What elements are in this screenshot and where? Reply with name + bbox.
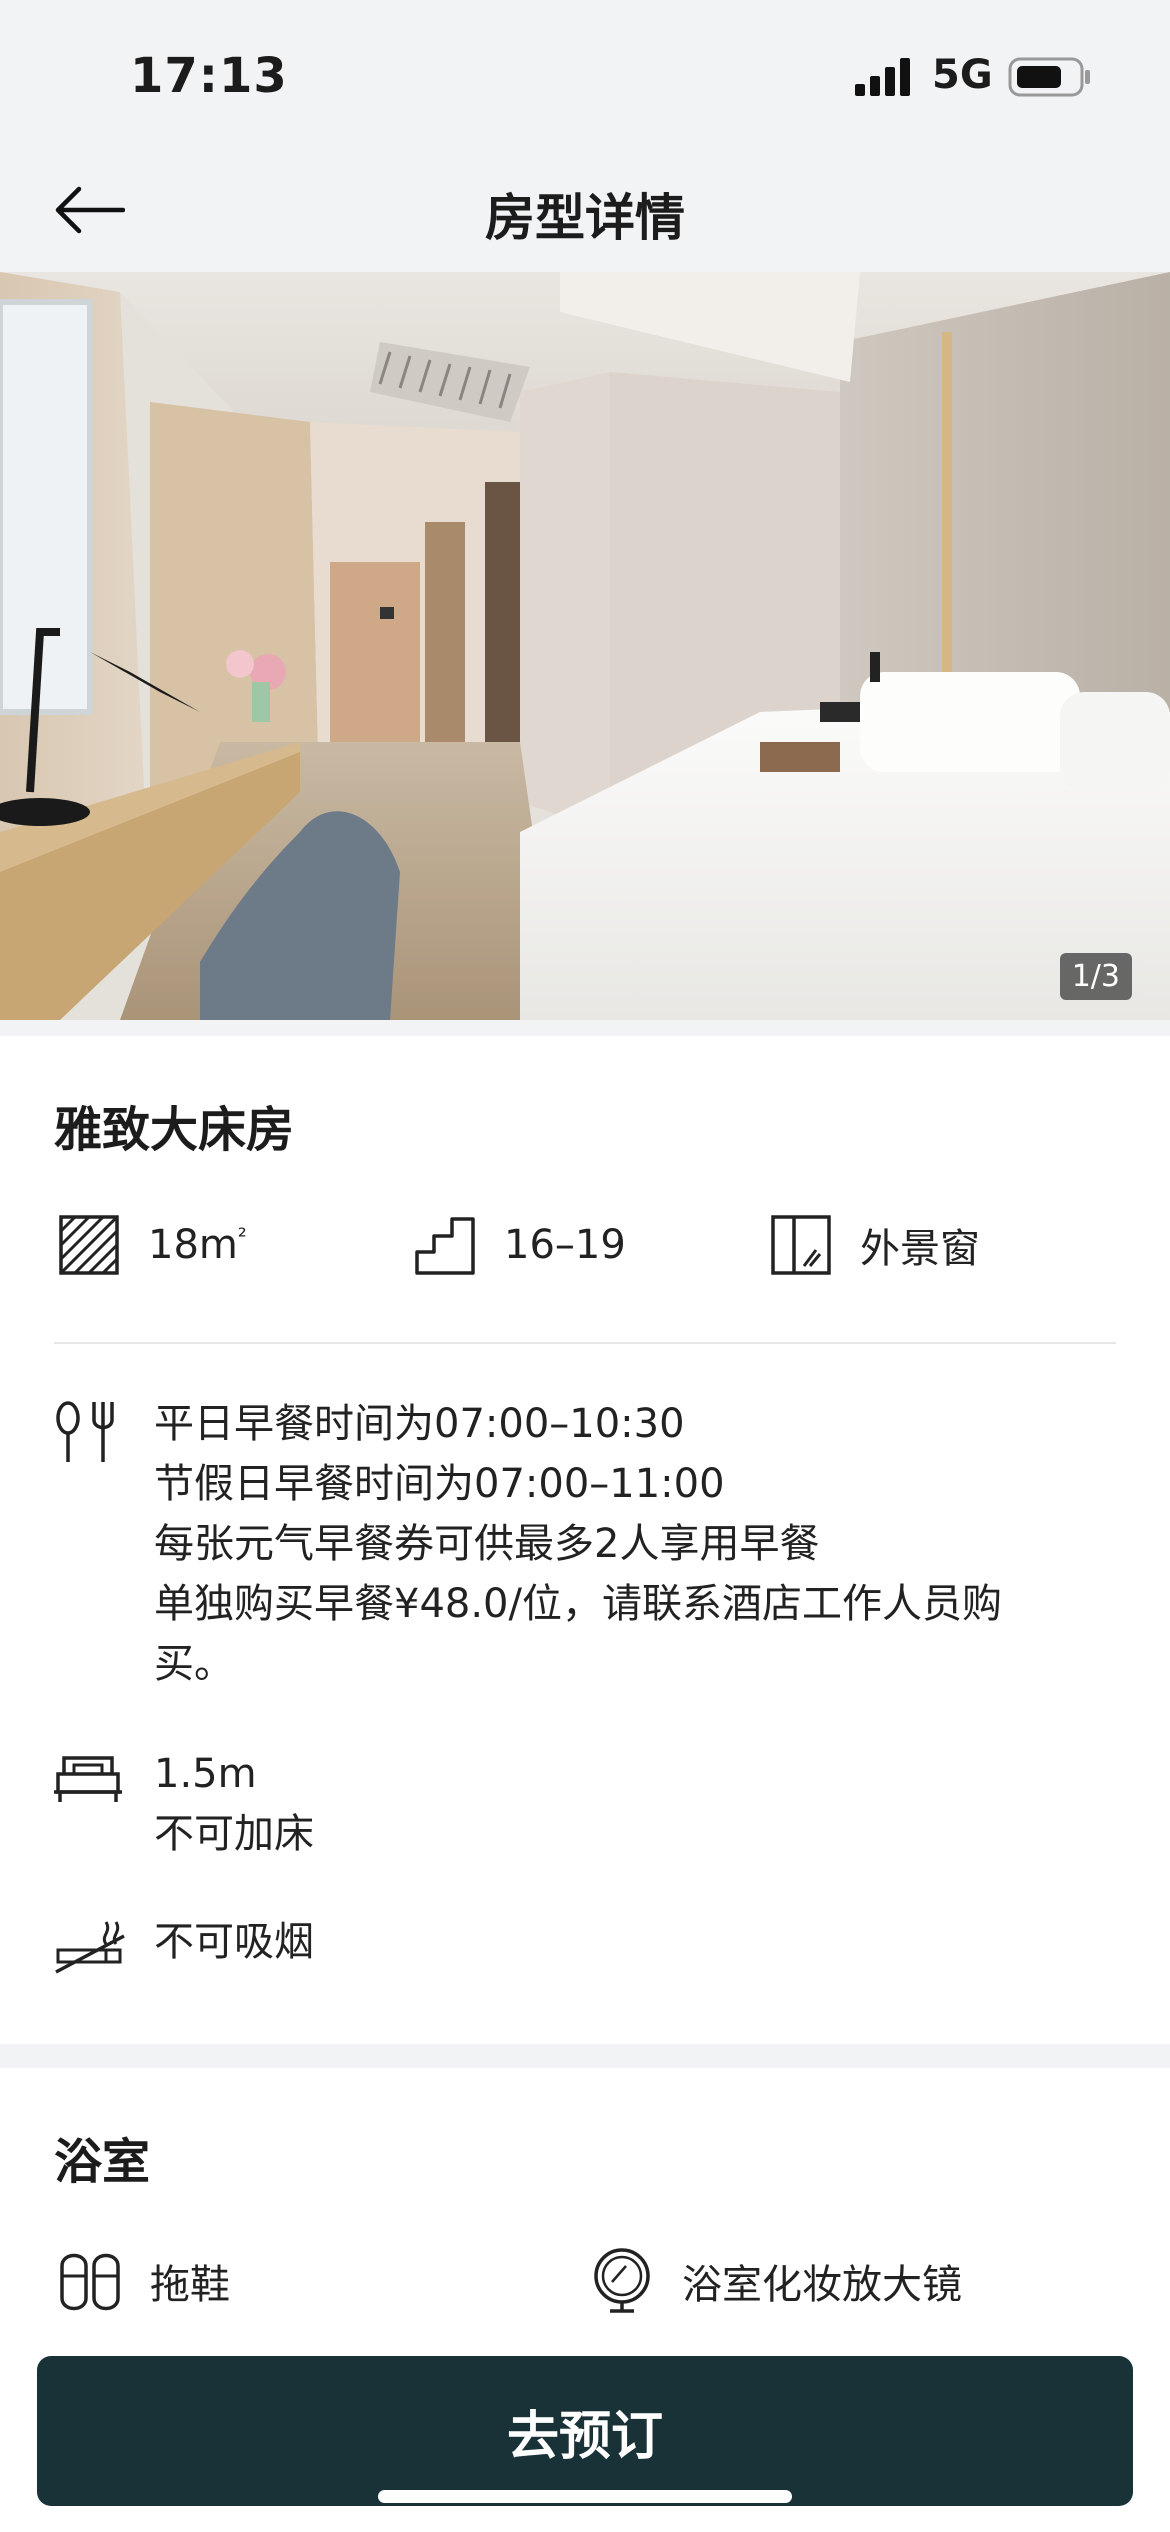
breakfast-info: 平日早餐时间为07:00–10:30 节假日早餐时间为07:00–11:00 每… xyxy=(54,1394,1134,1694)
area-icon xyxy=(59,1215,119,1275)
home-indicator xyxy=(378,2490,792,2503)
feature-window: 外景窗 xyxy=(770,1210,980,1280)
bathroom-section-title: 浴室 xyxy=(54,2134,151,2190)
bed-size: 1.5m xyxy=(154,1751,257,1797)
breakfast-line: 平日早餐时间为07:00–10:30 xyxy=(154,1401,685,1447)
network-type: 5G xyxy=(932,52,993,98)
room-area-unit-sup: ² xyxy=(237,1224,247,1250)
room-name: 雅致大床房 xyxy=(54,1102,295,1158)
room-photo-gallery[interactable]: 1/3 xyxy=(0,272,1170,1020)
room-window: 外景窗 xyxy=(860,1226,980,1272)
room-floor: 16–19 xyxy=(504,1222,626,1268)
amenity-slippers: 拖鞋 xyxy=(58,2246,230,2316)
slippers-icon xyxy=(60,2253,120,2311)
status-time: 17:13 xyxy=(130,48,288,104)
bed-info: 1.5m 不可加床 xyxy=(54,1744,1134,1874)
amenity-label: 拖鞋 xyxy=(150,2262,230,2308)
stairs-icon xyxy=(415,1217,475,1275)
photo-counter: 1/3 xyxy=(1059,953,1132,1000)
no-smoking-icon xyxy=(55,1921,125,1974)
smoking-policy: 不可吸烟 xyxy=(154,1919,314,1965)
section-divider xyxy=(0,2044,1170,2068)
book-button[interactable]: 去预订 xyxy=(37,2356,1133,2506)
mirror-icon xyxy=(594,2248,650,2313)
breakfast-line: 单独购买早餐¥48.0/位，请联系酒店工作人员购 xyxy=(154,1581,1002,1627)
battery-icon xyxy=(1008,57,1090,97)
feature-area: 18m² xyxy=(58,1210,247,1280)
page-title: 房型详情 xyxy=(485,189,685,247)
divider-line xyxy=(54,1342,1116,1344)
extra-bed-policy: 不可加床 xyxy=(154,1811,314,1857)
cutlery-icon xyxy=(56,1401,114,1462)
breakfast-line: 买。 xyxy=(154,1641,234,1687)
window-icon xyxy=(771,1215,831,1275)
breakfast-line: 节假日早餐时间为07:00–11:00 xyxy=(154,1461,725,1507)
feature-floor: 16–19 xyxy=(414,1210,626,1280)
section-divider xyxy=(0,1020,1170,1036)
breakfast-line: 每张元气早餐券可供最多2人享用早餐 xyxy=(154,1521,820,1567)
signal-icon xyxy=(855,58,910,96)
room-photo xyxy=(0,272,1170,1020)
amenity-label: 浴室化妆放大镜 xyxy=(682,2262,962,2308)
status-bar: 17:13 5G xyxy=(0,0,1170,150)
bed-icon xyxy=(54,1756,122,1802)
nav-bar: 房型详情 xyxy=(0,150,1170,272)
room-area: 18m xyxy=(148,1222,238,1268)
smoking-info: 不可吸烟 xyxy=(54,1912,1134,1982)
amenity-mirror: 浴室化妆放大镜 xyxy=(590,2246,962,2316)
